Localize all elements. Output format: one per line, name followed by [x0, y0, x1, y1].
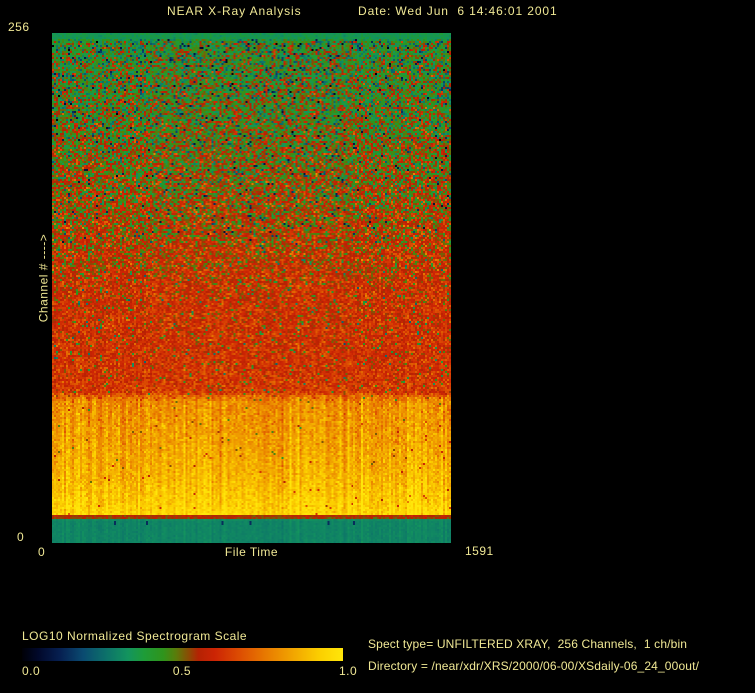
x-axis-tick-min: 0 — [38, 546, 45, 559]
x-axis-tick-max: 1591 — [465, 545, 494, 558]
colorbar-tick-0: 0.0 — [22, 665, 40, 678]
colorbar-tick-1: 1.0 — [339, 665, 357, 678]
y-axis-tick-min: 0 — [17, 531, 24, 544]
header-date: Date: Wed Jun 6 14:46:01 2001 — [358, 5, 558, 18]
near-xray-analysis-window: NEAR X-Ray Analysis Date: Wed Jun 6 14:4… — [0, 0, 755, 693]
colorbar-tick-05: 0.5 — [173, 665, 191, 678]
y-axis-tick-max: 256 — [8, 21, 30, 34]
colorbar-label: LOG10 Normalized Spectrogram Scale — [22, 630, 247, 643]
spect-type-line: Spect type= UNFILTERED XRAY, 256 Channel… — [368, 638, 687, 651]
x-axis-title: File Time — [52, 546, 451, 559]
colorbar-gradient — [22, 648, 343, 661]
y-axis-title: Channel # ----> — [38, 234, 51, 323]
directory-line: Directory = /near/xdr/XRS/2000/06-00/XSd… — [368, 660, 699, 673]
page-title: NEAR X-Ray Analysis — [167, 5, 301, 18]
spectrogram-heatmap — [52, 33, 451, 543]
